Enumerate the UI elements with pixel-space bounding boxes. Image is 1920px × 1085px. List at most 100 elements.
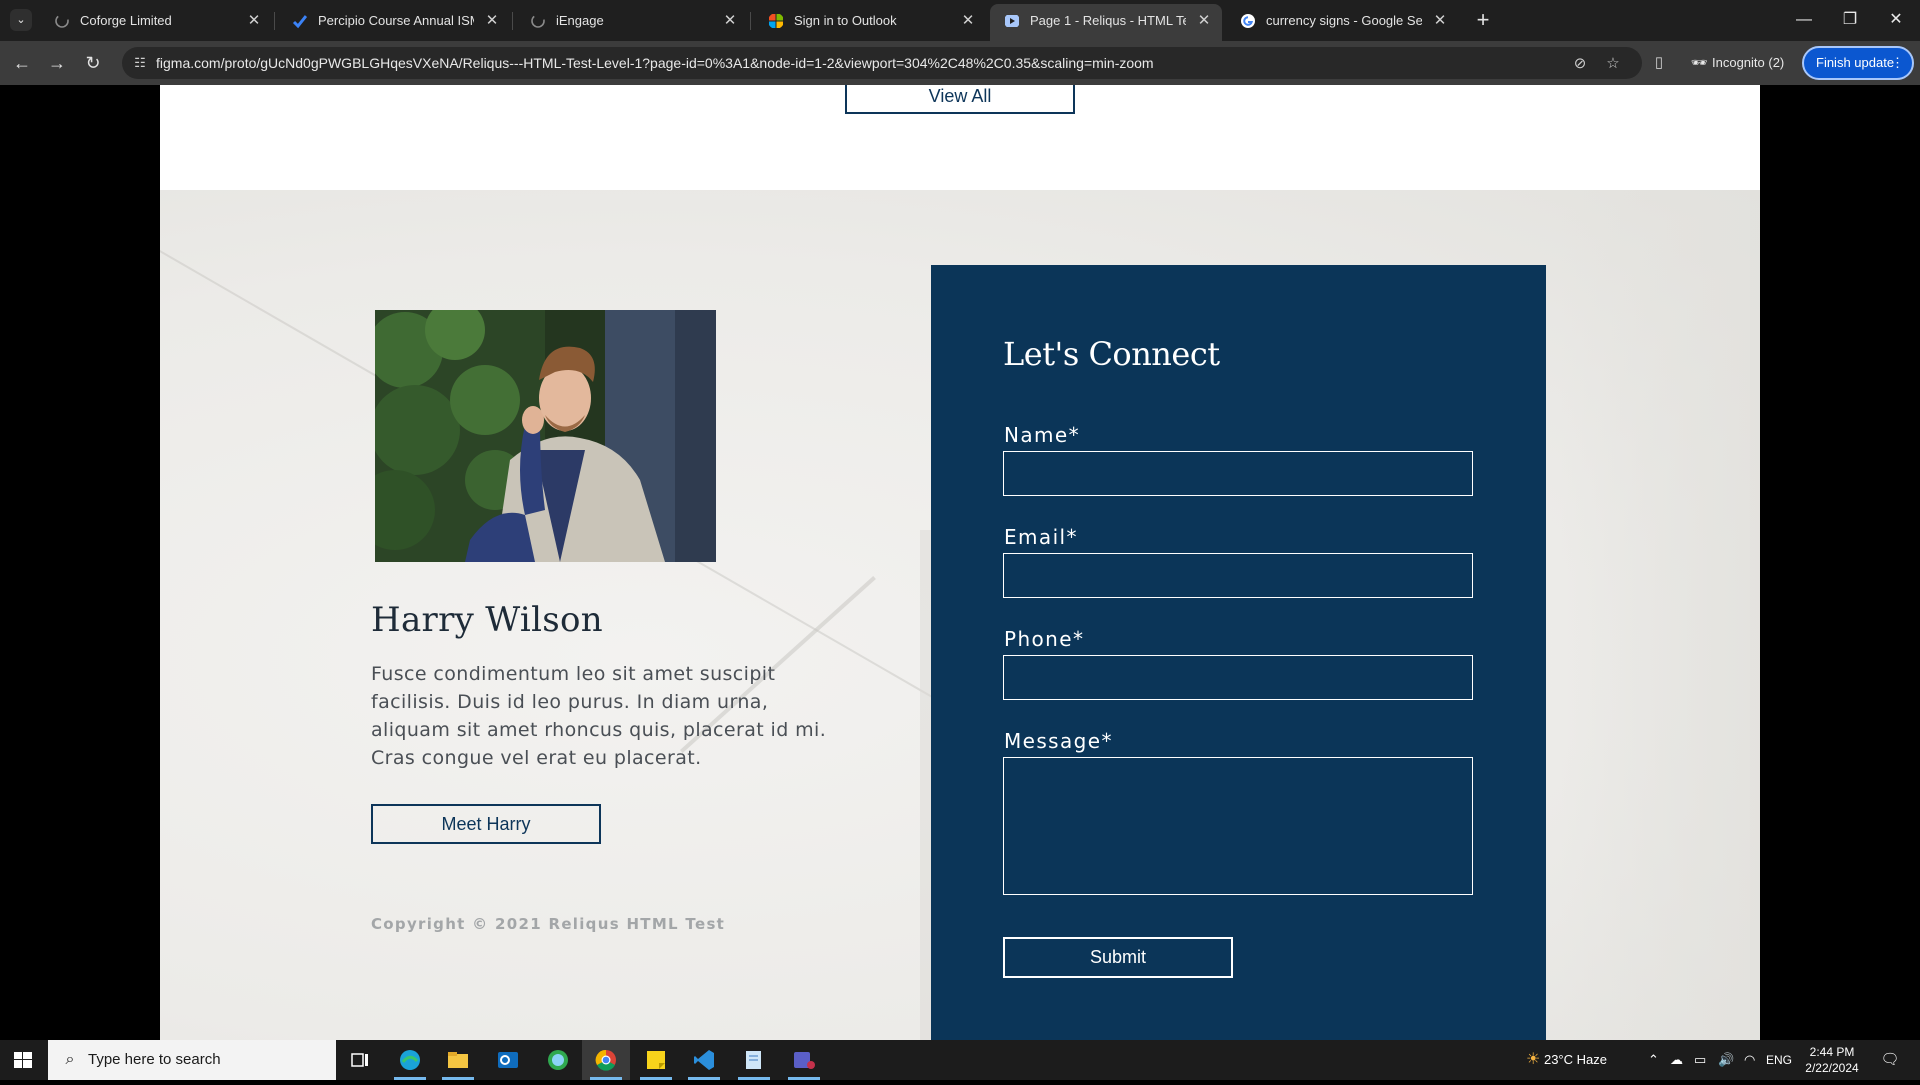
loading-icon (531, 14, 545, 28)
taskbar-search-box[interactable]: ⌕ Type here to search (48, 1040, 336, 1080)
form-title: Let's Connect (1003, 335, 1220, 373)
windows-logo-icon (14, 1052, 32, 1068)
submit-button[interactable]: Submit (1003, 937, 1233, 978)
vscode-icon (694, 1050, 714, 1070)
notification-center-icon[interactable]: 🗨 (1876, 1049, 1904, 1071)
background-decoration (1560, 190, 1760, 1040)
close-icon[interactable]: ✕ (1432, 4, 1448, 37)
person-name: Harry Wilson (371, 600, 603, 640)
globe-app[interactable] (534, 1040, 582, 1080)
harry-wilson-photo (375, 310, 716, 562)
tab-title: currency signs - Google Search (1266, 13, 1422, 28)
google-icon (1241, 14, 1255, 28)
url-text[interactable]: figma.com/proto/gUcNd0gPWGBLGHqesVXeNA/R… (156, 47, 1154, 79)
tab-divider (274, 12, 275, 30)
notepad-app[interactable] (730, 1040, 778, 1080)
tab-title: Sign in to Outlook (794, 13, 897, 28)
edge-app[interactable] (386, 1040, 434, 1080)
portrait-image (375, 310, 716, 562)
phone-label: Phone* (1004, 627, 1085, 651)
teams-app[interactable] (780, 1040, 828, 1080)
reload-button[interactable]: ↻ (79, 49, 107, 77)
tab-coforge[interactable]: Coforge Limited ✕ (40, 4, 272, 37)
close-icon[interactable]: ✕ (722, 4, 738, 37)
figma-prototype-frame: View All Harry Wilson Fusce condimentum … (160, 85, 1760, 1040)
edge-icon (400, 1050, 420, 1070)
site-info-icon[interactable]: ☷ (132, 55, 148, 71)
name-field[interactable] (1003, 451, 1473, 496)
phone-field[interactable] (1003, 655, 1473, 700)
search-icon: ⌕ (65, 1051, 75, 1068)
bookmark-star-icon[interactable]: ☆ (1604, 55, 1622, 73)
tab-iengage[interactable]: iEngage ✕ (516, 4, 748, 37)
start-button[interactable] (0, 1040, 46, 1080)
message-label: Message* (1004, 729, 1113, 753)
outlook-app[interactable] (484, 1040, 532, 1080)
person-bio: Fusce condimentum leo sit amet suscipit … (371, 663, 827, 769)
sticky-notes-icon (647, 1051, 665, 1069)
close-icon[interactable]: ✕ (246, 4, 262, 37)
close-icon[interactable]: ✕ (960, 4, 976, 37)
incognito-indicator[interactable]: 🕶 Incognito (2) (1690, 50, 1785, 76)
figma-icon (1005, 15, 1019, 27)
address-bar[interactable]: ☷ figma.com/proto/gUcNd0gPWGBLGHqesVXeNA… (122, 47, 1642, 79)
tab-title: Percipio Course Annual ISMS Co (318, 13, 474, 28)
tab-title: iEngage (556, 13, 604, 28)
chrome-app[interactable] (582, 1040, 630, 1080)
back-button[interactable]: ← (8, 49, 36, 77)
close-icon[interactable]: ✕ (1196, 4, 1212, 37)
chevron-up-icon: ⌃ (1648, 1052, 1659, 1067)
tab-divider (750, 12, 751, 30)
weather-haze-icon: ☀ (1526, 1051, 1541, 1068)
tab-title: Page 1 - Reliqus - HTML Test Le (1030, 13, 1186, 28)
finish-update-button[interactable]: Finish update ⋮ (1802, 46, 1914, 80)
close-window-button[interactable]: ✕ (1873, 0, 1919, 41)
tab-google[interactable]: currency signs - Google Search ✕ (1226, 4, 1458, 37)
task-view-icon (351, 1053, 368, 1067)
folder-icon (448, 1052, 468, 1068)
language-indicator[interactable]: ENG (1766, 1040, 1792, 1080)
meet-harry-button[interactable]: Meet Harry (371, 804, 601, 844)
tray-overflow-button[interactable]: ⌃ (1648, 1040, 1659, 1080)
globe-icon (548, 1050, 568, 1070)
notepad-icon (746, 1051, 761, 1069)
restore-button[interactable]: ❐ (1827, 0, 1873, 41)
clock[interactable]: 2:44 PM 2/22/2024 (1790, 1044, 1874, 1076)
side-panel-icon[interactable]: ▯ (1649, 53, 1669, 73)
battery-icon[interactable]: ▭ (1694, 1040, 1706, 1080)
minimize-button[interactable]: — (1781, 0, 1827, 41)
network-icon[interactable]: ◠ (1744, 1040, 1755, 1080)
chrome-icon (595, 1049, 616, 1071)
tab-percipio[interactable]: Percipio Course Annual ISMS Co ✕ (278, 4, 510, 37)
finish-update-label: Finish update (1816, 55, 1895, 70)
new-tab-button[interactable]: + (1469, 7, 1497, 35)
email-label: Email* (1004, 525, 1078, 549)
task-view-button[interactable] (336, 1040, 384, 1080)
copyright-text: Copyright © 2021 Reliqus HTML Test (371, 915, 726, 933)
loading-icon (55, 14, 69, 28)
more-menu-icon: ⋮ (1891, 55, 1904, 70)
onedrive-icon[interactable]: ☁ (1670, 1040, 1683, 1080)
outlook-icon (498, 1052, 518, 1068)
tab-outlook[interactable]: Sign in to Outlook ✕ (754, 4, 986, 37)
browser-tab-bar: ⌄ Coforge Limited ✕ Percipio Course Annu… (0, 0, 1920, 41)
forward-button[interactable]: → (43, 49, 71, 77)
tab-search-icon[interactable]: ⌄ (10, 9, 32, 31)
volume-icon[interactable]: 🔊 (1718, 1040, 1734, 1080)
search-placeholder: Type here to search (88, 1051, 221, 1068)
message-field[interactable] (1003, 757, 1473, 895)
vscode-app[interactable] (680, 1040, 728, 1080)
weather-widget[interactable]: ☀ 23°C Haze (1526, 1040, 1607, 1080)
tab-figma-active[interactable]: Page 1 - Reliqus - HTML Test Le ✕ (990, 4, 1222, 41)
file-explorer-app[interactable] (434, 1040, 482, 1080)
tracking-blocked-icon[interactable]: ⊘ (1571, 55, 1589, 73)
view-all-button[interactable]: View All (845, 85, 1075, 114)
name-label: Name* (1004, 423, 1081, 447)
close-icon[interactable]: ✕ (484, 4, 500, 37)
tab-title: Coforge Limited (80, 13, 172, 28)
sticky-notes-app[interactable] (632, 1040, 680, 1080)
windows-taskbar: ⌕ Type here to search ☀ 23°C Haze ⌃ ☁ ▭ … (0, 1040, 1920, 1080)
email-field[interactable] (1003, 553, 1473, 598)
contact-form-panel: Let's Connect Name* Email* Phone* Messag… (931, 265, 1546, 1040)
incognito-icon: 🕶 (1690, 55, 1708, 70)
